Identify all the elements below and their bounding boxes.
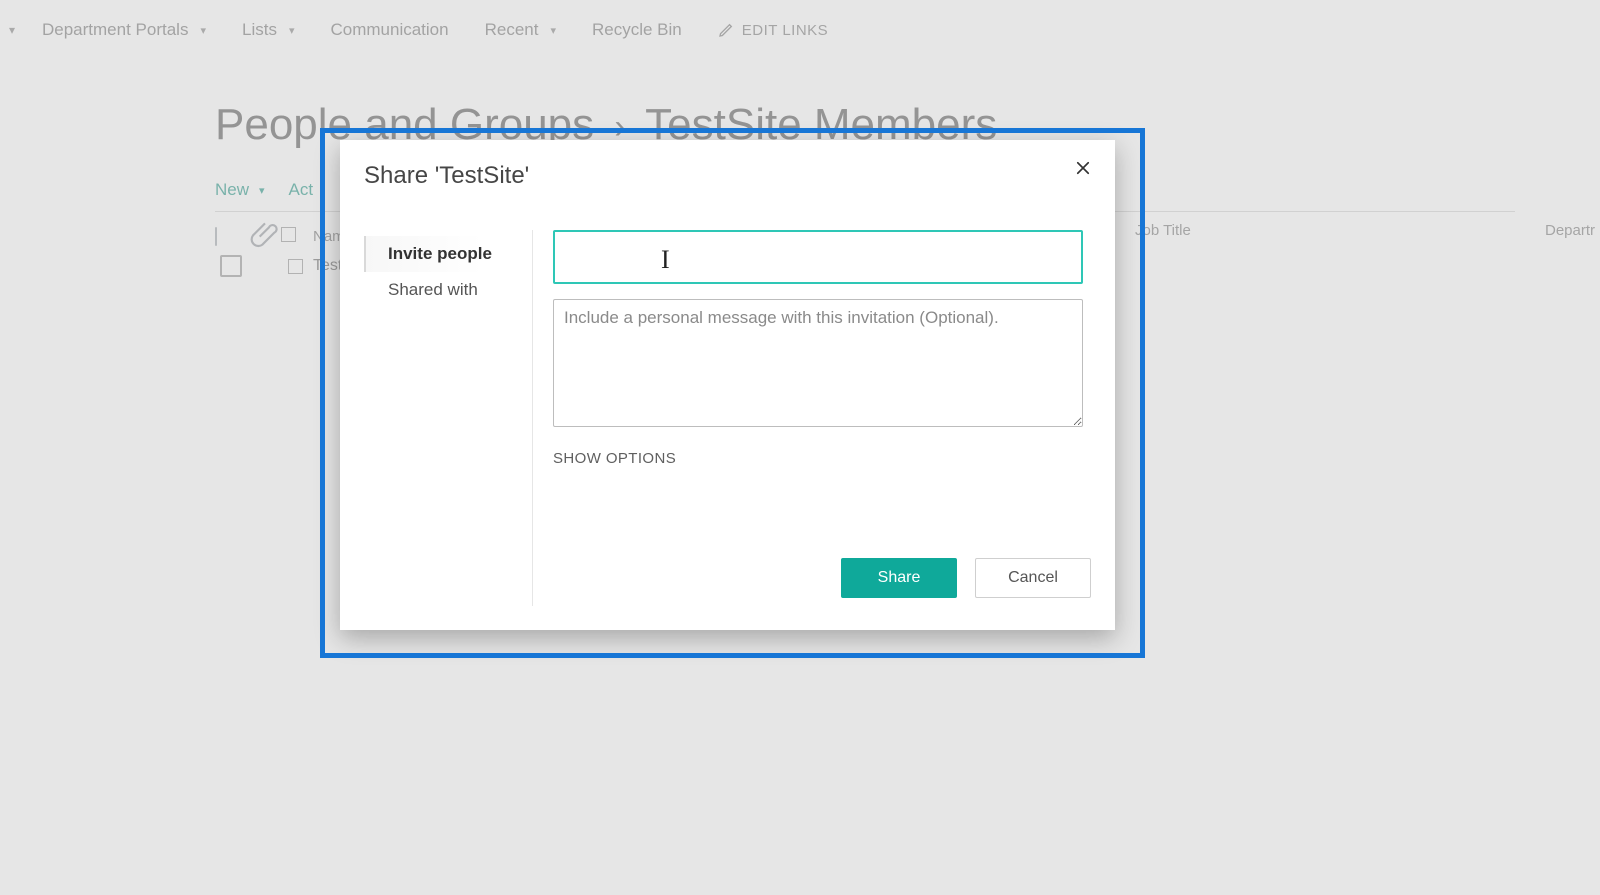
show-options-toggle[interactable]: SHOW OPTIONS xyxy=(553,450,676,467)
close-icon xyxy=(1074,159,1092,177)
dialog-title: Share 'TestSite' xyxy=(364,162,529,190)
tab-label: Invite people xyxy=(388,244,492,263)
tab-invite-people[interactable]: Invite people xyxy=(364,236,532,272)
tab-label: Shared with xyxy=(388,280,478,299)
dialog-body: Invite people Shared with I SHOW OPTIONS… xyxy=(364,230,1091,606)
dialog-buttons: Share Cancel xyxy=(841,558,1091,598)
tab-shared-with[interactable]: Shared with xyxy=(364,272,532,308)
invitation-message-textarea[interactable] xyxy=(553,299,1083,427)
share-dialog: Share 'TestSite' Invite people Shared wi… xyxy=(340,140,1115,630)
share-button[interactable]: Share xyxy=(841,558,957,598)
tab-content-invite: I SHOW OPTIONS Share Cancel xyxy=(533,230,1091,606)
people-picker-input[interactable] xyxy=(553,230,1083,284)
dialog-tabs: Invite people Shared with xyxy=(364,230,533,606)
close-button[interactable] xyxy=(1069,154,1097,182)
cancel-button[interactable]: Cancel xyxy=(975,558,1091,598)
